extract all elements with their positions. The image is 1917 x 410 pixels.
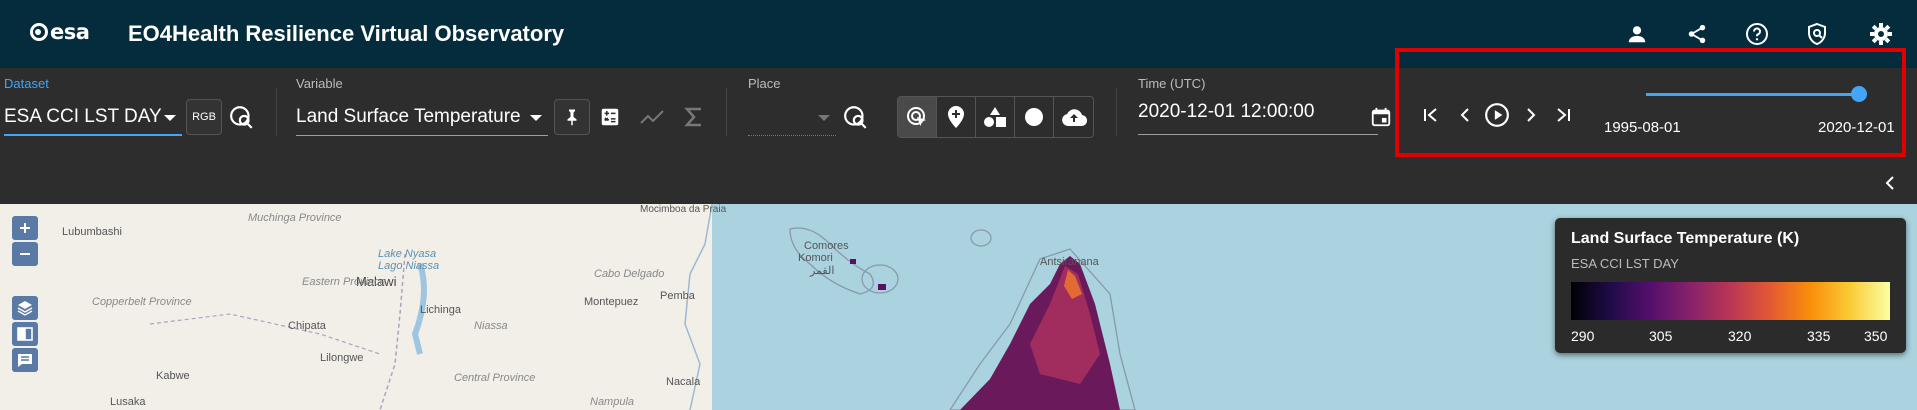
place-label: Copperbelt Province <box>92 296 192 308</box>
add-shapes-icon[interactable] <box>976 97 1015 137</box>
layers-icon[interactable] <box>12 296 38 320</box>
variable-value: Land Surface Temperature <box>296 106 521 127</box>
legend-tick: 290 <box>1571 328 1595 344</box>
legend-title: Land Surface Temperature (K) <box>1571 230 1800 247</box>
place-label: Niassa <box>474 320 508 332</box>
dataset-info-icon[interactable] <box>224 99 260 135</box>
place-label: Chipata <box>288 320 326 332</box>
zoom-out-icon[interactable] <box>12 242 38 266</box>
split-view-icon[interactable] <box>12 322 38 346</box>
place-label: Nampula <box>590 396 635 408</box>
place-label: القمر <box>810 265 835 277</box>
place-label: Montepuez <box>584 296 639 308</box>
dataset-select[interactable]: ESA CCI LST DAY <box>4 102 182 136</box>
chevron-down-icon <box>530 115 542 121</box>
esa-logo-mark <box>30 23 48 41</box>
calendar-icon[interactable] <box>1364 99 1398 135</box>
esa-logo: esa <box>30 20 90 44</box>
place-label: Kabwe <box>156 370 190 382</box>
dataset-label: Dataset <box>4 76 49 91</box>
place-label: Cabo Delgado <box>594 268 665 280</box>
place-label: Lago Niassa <box>378 260 440 272</box>
select-tool-icon[interactable] <box>898 97 937 137</box>
zoom-in-icon[interactable] <box>12 216 38 240</box>
place-label: Comores <box>804 240 849 252</box>
upload-cloud-icon[interactable] <box>1054 97 1093 137</box>
place-label: Lusaka <box>110 396 146 408</box>
place-label: Komori <box>798 252 833 264</box>
separator <box>726 88 727 136</box>
separator <box>1116 88 1117 136</box>
statistics-icon[interactable] <box>676 99 712 135</box>
legend-tick: 335 <box>1807 328 1831 344</box>
variable-label: Variable <box>296 76 343 91</box>
chevron-down-icon <box>818 115 830 121</box>
legend-subtitle: ESA CCI LST DAY <box>1571 256 1679 271</box>
timeseries-icon[interactable] <box>634 99 670 135</box>
place-label: Eastern Province <box>302 276 386 288</box>
color-legend[interactable]: Land Surface Temperature (K) ESA CCI LST… <box>1555 218 1906 353</box>
time-value: 2020-12-01 12:00:00 <box>1138 101 1315 122</box>
legend-colorbar <box>1571 282 1890 320</box>
time-input[interactable]: 2020-12-01 12:00:00 <box>1138 101 1378 135</box>
place-label: Muchinga Province <box>248 212 342 224</box>
place-label: Antsiranana <box>1040 256 1099 268</box>
place-label: Lubumbashi <box>62 226 122 238</box>
highlight-box <box>1395 48 1906 157</box>
place-label: Lichinga <box>420 304 461 316</box>
pin-icon[interactable] <box>554 99 590 135</box>
place-label: Central Province <box>454 372 536 384</box>
esa-logo-text: esa <box>50 20 90 44</box>
legend-tick: 320 <box>1728 328 1752 344</box>
place-label: Lilongwe <box>320 352 364 364</box>
add-circle-icon[interactable] <box>1015 97 1054 137</box>
place-label: Lake Nyasa <box>378 248 437 260</box>
chevron-down-icon <box>164 115 176 121</box>
app-title: EO4Health Resilience Virtual Observatory <box>128 21 565 46</box>
info-panel-icon[interactable] <box>12 348 38 372</box>
time-label: Time (UTC) <box>1138 76 1206 91</box>
variable-select[interactable]: Land Surface Temperature <box>296 102 548 136</box>
place-label: Place <box>748 76 781 91</box>
add-point-icon[interactable] <box>937 97 976 137</box>
place-label: Mocimboa da Praia <box>640 204 727 215</box>
separator <box>276 88 277 136</box>
place-label: Pemba <box>660 290 695 302</box>
place-info-icon[interactable] <box>838 99 874 135</box>
collapse-panel-chevron-icon[interactable] <box>1876 172 1904 194</box>
rgb-button[interactable]: RGB <box>186 99 222 135</box>
calculator-icon[interactable] <box>592 99 628 135</box>
rgb-label: RGB <box>192 111 216 123</box>
legend-tick: 350 <box>1864 328 1888 344</box>
place-select[interactable] <box>748 102 836 136</box>
place-tool-group <box>897 96 1094 138</box>
place-label: Nacala <box>666 376 701 388</box>
legend-tick: 305 <box>1649 328 1673 344</box>
dataset-value: ESA CCI LST DAY <box>4 106 162 127</box>
